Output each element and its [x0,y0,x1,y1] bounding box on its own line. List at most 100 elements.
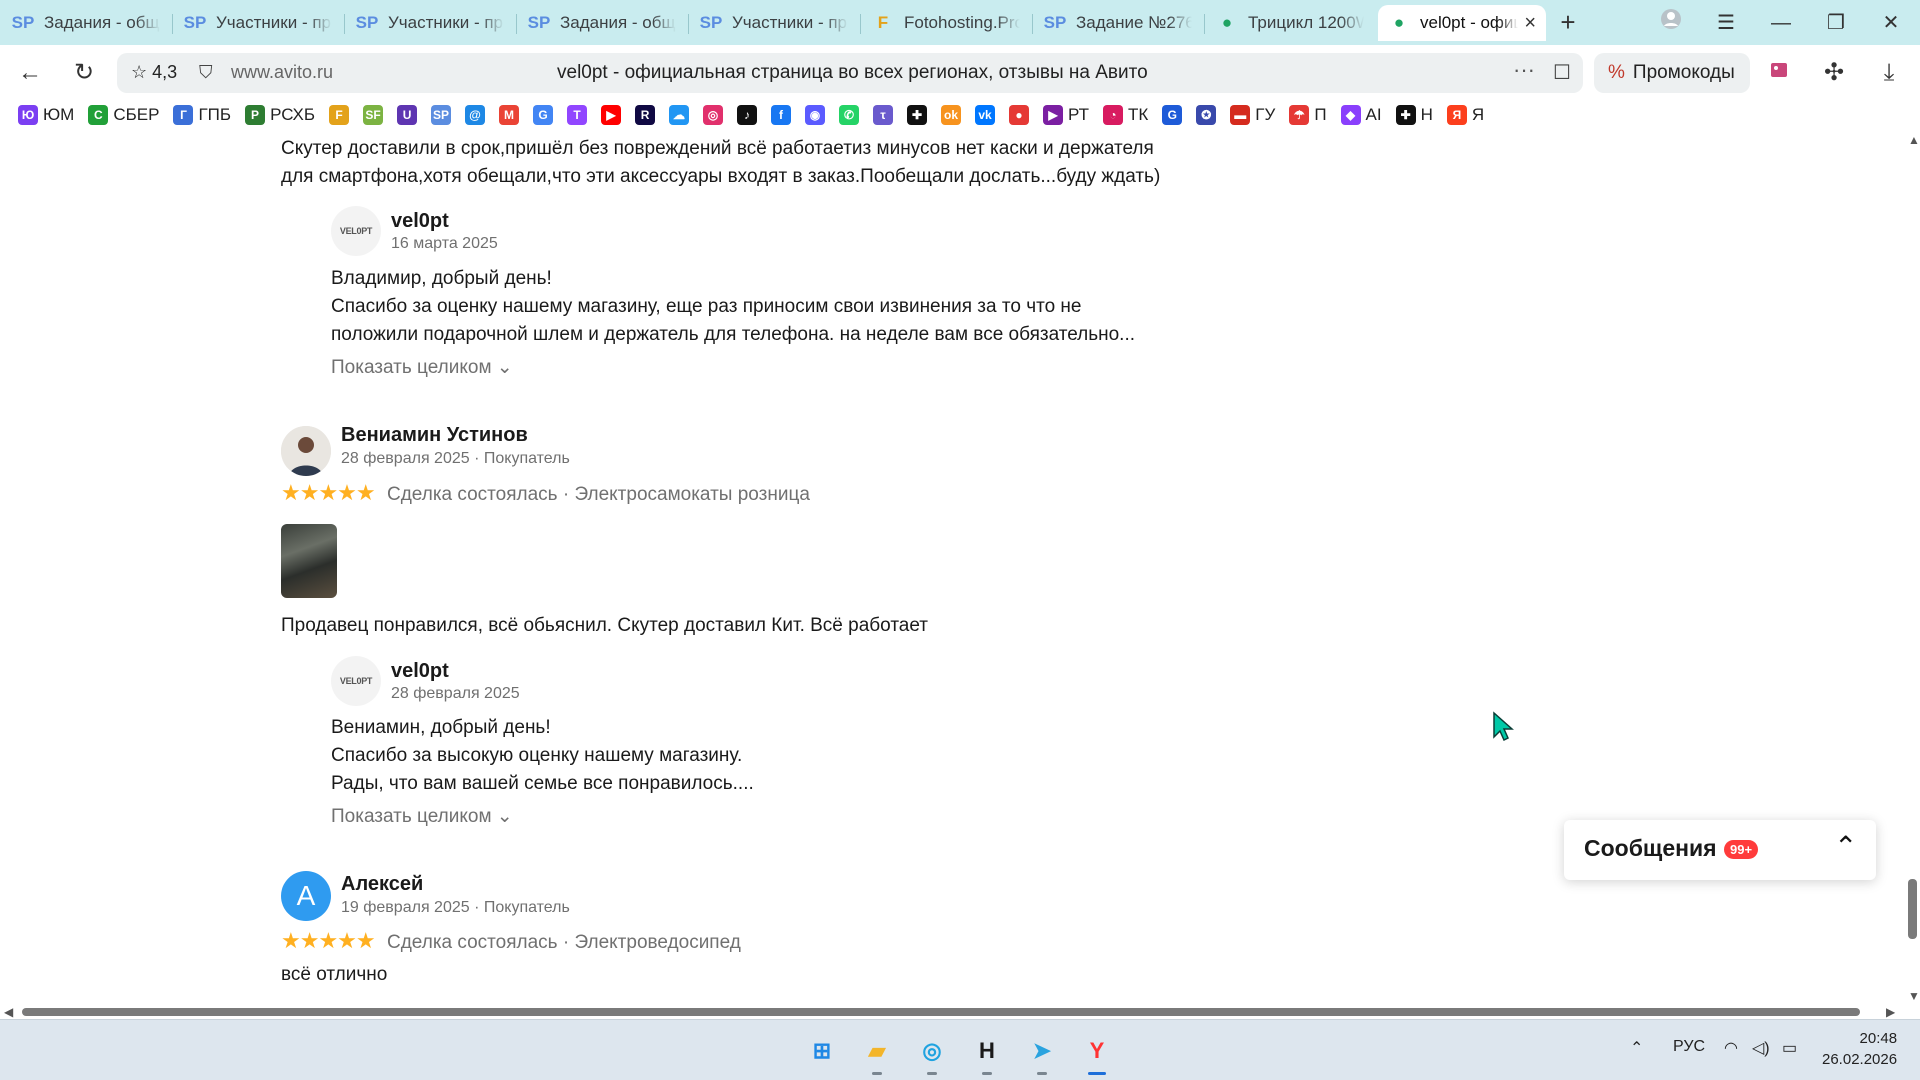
edge-browser-icon[interactable]: ◎ [913,1032,951,1070]
chevron-up-icon[interactable]: ⌃ [1834,830,1857,863]
tray-chevron-up-icon[interactable]: ⌃ [1630,1038,1643,1058]
bookmark-item[interactable]: R [635,105,656,125]
bookmark-item[interactable]: ✚ Н [1395,105,1433,125]
restore-icon[interactable]: ❐ [1816,8,1856,38]
chevron-down-icon: ⌄ [496,357,513,378]
close-tab-icon[interactable]: × [1524,12,1536,35]
bookmark-item[interactable]: M [499,105,520,125]
bookmark-item[interactable]: G [533,105,554,125]
close-window-icon[interactable]: ✕ [1871,8,1911,38]
messages-title: Сообщения [1584,835,1717,861]
browser-tab[interactable]: SP Задание №276 [1034,5,1202,41]
bookmark-item[interactable]: F [329,105,350,125]
profile-icon[interactable] [1651,8,1691,38]
wifi-icon[interactable]: ◠ [1724,1038,1738,1058]
reply-author[interactable]: vel0pt [391,210,449,233]
bookmark-item[interactable]: SP [431,105,452,125]
bookmark-item[interactable]: Р РСХБ [245,105,315,125]
site-rating[interactable]: ☆ 4,3 [131,62,177,83]
address-bar[interactable]: ☆ 4,3 ⛉ www.avito.ru vel0pt - официальна… [117,53,1583,93]
bookmark-icon[interactable]: ☐ [1553,60,1571,85]
bookmark-item[interactable]: ✪ [1196,105,1217,125]
h-app-icon[interactable]: H [968,1032,1006,1070]
bookmark-item[interactable]: ЯЯ [1446,105,1484,125]
bookmark-item[interactable]: U [397,105,418,125]
review-photo[interactable] [281,524,337,598]
bookmark-item[interactable]: ▬ ГУ [1230,105,1275,125]
reload-icon[interactable]: ↻ [68,57,100,89]
shop-avatar[interactable]: VEL0PT [331,206,381,256]
bookmark-item[interactable]: ✆ [839,105,860,125]
whatsapp-icon: ✆ [839,105,860,125]
bookmark-item[interactable]: ☁ [669,105,690,125]
tab-menu-icon[interactable]: ☰ [1706,8,1746,38]
browser-tab[interactable]: F Fotohosting.Pro [862,5,1030,41]
browser-tab[interactable]: ● Трицикл 1200W [1206,5,1374,41]
collections-icon[interactable] [1763,57,1795,89]
reviewer-avatar[interactable]: А [281,871,331,921]
reviewer-name[interactable]: Вениамин Устинов [341,424,528,447]
bookmark-item[interactable]: G [1162,105,1183,125]
bookmark-item[interactable]: ☂ П [1289,105,1327,125]
bookmark-item[interactable]: С СБЕР [88,105,159,125]
bookmark-item[interactable]: @ [465,105,486,125]
file-explorer-icon[interactable]: ▰ [858,1032,896,1070]
telegram-icon[interactable]: ➤ [1023,1032,1061,1070]
horizontal-scrollbar[interactable]: ◀ ▶ [0,1005,1905,1019]
security-shield-icon[interactable]: ⛉ [199,62,213,83]
windows-start-icon[interactable]: ⊞ [803,1032,841,1070]
bookmark-item[interactable]: ◉ [805,105,826,125]
bookmark-item[interactable]: T [567,105,588,125]
volume-icon[interactable]: ◁) [1752,1038,1770,1058]
show-full-button[interactable]: Показать целиком ⌄ [331,356,513,379]
scroll-right-icon[interactable]: ▶ [1886,1005,1895,1019]
scroll-down-icon[interactable]: ▼ [1908,989,1920,1003]
bookmark-item[interactable]: f [771,105,792,125]
bookmark-item[interactable]: ◆ AI [1340,105,1382,125]
more-options-icon[interactable]: ··· [1513,57,1535,83]
back-icon[interactable]: ← [14,57,46,89]
bookmark-item[interactable]: ♪ [737,105,758,125]
vertical-scroll-thumb[interactable] [1908,879,1917,939]
browser-tab[interactable]: SP Задания - общ [2,5,170,41]
extensions-icon[interactable]: ✣ [1818,57,1850,89]
reviewer-name[interactable]: Алексей [341,873,423,896]
bookmark-item[interactable]: ▶ [601,105,622,125]
bookmark-item[interactable]: SF [363,105,384,125]
bookmark-item[interactable]: τ [873,105,894,125]
bookmark-item[interactable]: ok [941,105,962,125]
bookmark-item[interactable]: ▶ РТ [1043,105,1089,125]
bookmark-item[interactable]: ● [1009,105,1030,125]
browser-tab[interactable]: SP Задания - общ [518,5,686,41]
yandex-browser-icon[interactable]: Y [1078,1032,1116,1070]
bookmark-item[interactable]: Г ГПБ [173,105,231,125]
sp-icon: SP [355,13,379,32]
system-clock[interactable]: 20:48 26.02.2026 [1822,1028,1897,1070]
shop-avatar[interactable]: VEL0PT [331,656,381,706]
downloads-icon[interactable]: ⤓ [1873,57,1905,89]
minimize-icon[interactable]: — [1761,8,1801,38]
language-indicator[interactable]: РУС [1673,1038,1705,1056]
bookmark-item[interactable]: Ю ЮМ [18,105,74,125]
new-tab-button[interactable]: + [1554,9,1582,37]
reply-author[interactable]: vel0pt [391,660,449,683]
show-full-button[interactable]: Показать целиком ⌄ [331,805,513,828]
browser-tab[interactable]: SP Участники - пр [174,5,342,41]
reviewer-avatar[interactable] [281,426,331,476]
vertical-scrollbar[interactable]: ▲ ▼ [1905,131,1920,1005]
reply-text-line: Владимир, добрый день! [331,268,552,289]
scroll-left-icon[interactable]: ◀ [4,1005,13,1019]
browser-tab[interactable]: SP Участники - пр [690,5,858,41]
browser-tab[interactable]: SP Участники - пр [346,5,514,41]
bookmark-item[interactable]: ◎ [703,105,724,125]
messages-widget[interactable]: Сообщения 99+ ⌃ [1564,820,1876,880]
bookmark-item[interactable]: ✚ [907,105,928,125]
browser-tab[interactable]: ● vel0pt - офици × [1378,5,1546,41]
bookmark-item[interactable]: vk [975,105,996,125]
horizontal-scroll-thumb[interactable] [22,1008,1860,1016]
bookmark-item[interactable]: ◔ ТК [1103,105,1148,125]
promocodes-button[interactable]: % Промокоды [1594,53,1750,93]
battery-icon[interactable]: ▭ [1782,1038,1797,1058]
tab-title: Задания - общ [560,13,676,32]
scroll-up-icon[interactable]: ▲ [1908,133,1920,147]
